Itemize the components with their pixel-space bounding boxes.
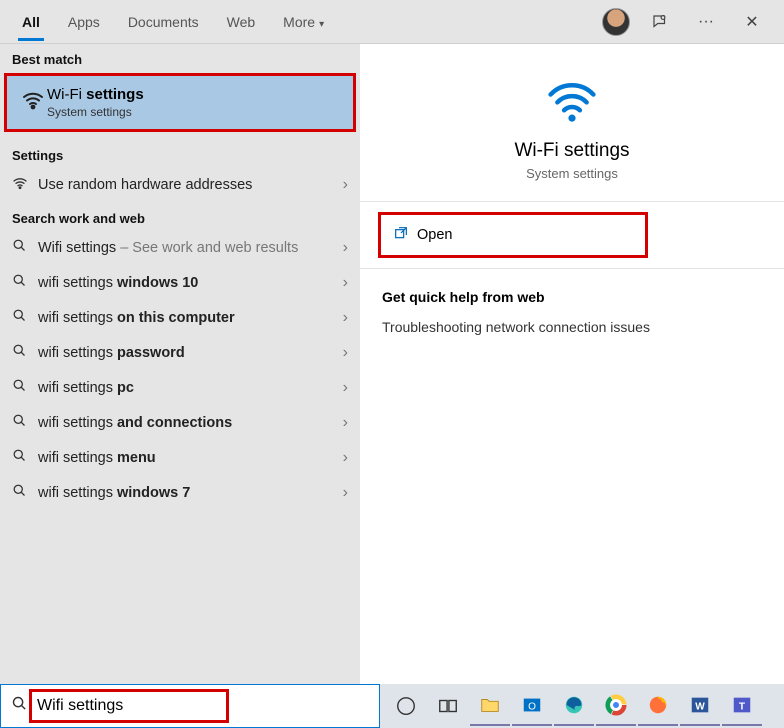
chevron-right-icon: › xyxy=(343,274,348,292)
search-tabs: All Apps Documents Web More▾ ··· ✕ xyxy=(0,0,784,44)
help-heading: Get quick help from web xyxy=(382,289,762,305)
detail-title: Wi-Fi settings xyxy=(514,140,629,162)
web-result[interactable]: wifi settings windows 10 › xyxy=(0,265,360,300)
chevron-right-icon: › xyxy=(343,379,348,397)
search-input[interactable] xyxy=(37,685,379,727)
detail-panel: Wi-Fi settings System settings Open Get … xyxy=(360,44,784,684)
chevron-down-icon: ▾ xyxy=(319,19,324,30)
web-result[interactable]: wifi settings and connections › xyxy=(0,405,360,440)
settings-item-label: Use random hardware addresses xyxy=(38,177,343,193)
search-icon xyxy=(12,378,38,397)
svg-text:T: T xyxy=(739,702,746,713)
detail-subtitle: System settings xyxy=(526,166,618,181)
web-result-label: wifi settings windows 10 xyxy=(38,275,343,291)
wifi-icon xyxy=(12,175,38,195)
tab-more[interactable]: More▾ xyxy=(269,4,338,40)
taskbar: O W T xyxy=(380,684,784,728)
chrome-icon[interactable] xyxy=(596,686,636,726)
section-settings: Settings xyxy=(0,140,360,167)
chevron-right-icon: › xyxy=(343,176,348,194)
search-bar[interactable] xyxy=(0,684,380,728)
tab-web[interactable]: Web xyxy=(213,4,270,40)
file-explorer-icon[interactable] xyxy=(470,686,510,726)
user-avatar[interactable] xyxy=(602,8,630,36)
open-icon xyxy=(393,225,417,245)
best-match-title: Wi-Fi settings xyxy=(47,86,144,103)
teams-icon[interactable]: T xyxy=(722,686,762,726)
search-icon xyxy=(12,343,38,362)
wifi-large-icon xyxy=(545,72,599,126)
web-result-label: wifi settings password xyxy=(38,345,343,361)
task-view-icon[interactable] xyxy=(428,686,468,726)
search-icon xyxy=(12,448,38,467)
tab-apps[interactable]: Apps xyxy=(54,4,114,40)
open-label: Open xyxy=(417,227,452,243)
web-result-label: wifi settings windows 7 xyxy=(38,485,343,501)
open-button[interactable]: Open xyxy=(378,212,648,258)
search-icon xyxy=(12,483,38,502)
chevron-right-icon: › xyxy=(343,414,348,432)
wifi-icon xyxy=(19,88,47,118)
firefox-icon[interactable] xyxy=(638,686,678,726)
best-match-highlight: Wi-Fi settings System settings xyxy=(4,73,356,132)
search-icon xyxy=(12,273,38,292)
cortana-icon[interactable] xyxy=(386,686,426,726)
chevron-right-icon: › xyxy=(343,449,348,467)
results-panel: Best match Wi-Fi settings System setting… xyxy=(0,44,360,684)
web-result-label: Wifi settings – See work and web results xyxy=(38,240,343,256)
close-icon[interactable]: ✕ xyxy=(736,6,768,38)
chevron-right-icon: › xyxy=(343,309,348,327)
search-icon xyxy=(12,308,38,327)
web-result-label: wifi settings on this computer xyxy=(38,310,343,326)
settings-item[interactable]: Use random hardware addresses › xyxy=(0,167,360,203)
web-result[interactable]: Wifi settings – See work and web results… xyxy=(0,230,360,265)
word-icon[interactable]: W xyxy=(680,686,720,726)
chevron-right-icon: › xyxy=(343,239,348,257)
web-result[interactable]: wifi settings pc › xyxy=(0,370,360,405)
tab-documents[interactable]: Documents xyxy=(114,4,213,40)
svg-text:W: W xyxy=(695,702,705,713)
best-match-subtitle: System settings xyxy=(47,105,144,119)
search-icon xyxy=(1,695,37,717)
more-options-icon[interactable]: ··· xyxy=(690,6,722,38)
web-result[interactable]: wifi settings menu › xyxy=(0,440,360,475)
web-result[interactable]: wifi settings password › xyxy=(0,335,360,370)
web-result-label: wifi settings and connections xyxy=(38,415,343,431)
svg-text:O: O xyxy=(528,702,536,713)
outlook-icon[interactable]: O xyxy=(512,686,552,726)
search-icon xyxy=(12,238,38,257)
tab-all[interactable]: All xyxy=(8,4,54,40)
chevron-right-icon: › xyxy=(343,344,348,362)
web-result[interactable]: wifi settings on this computer › xyxy=(0,300,360,335)
web-result[interactable]: wifi settings windows 7 › xyxy=(0,475,360,510)
web-result-label: wifi settings menu xyxy=(38,450,343,466)
edge-icon[interactable] xyxy=(554,686,594,726)
feedback-icon[interactable] xyxy=(644,6,676,38)
chevron-right-icon: › xyxy=(343,484,348,502)
search-icon xyxy=(12,413,38,432)
section-best-match: Best match xyxy=(0,44,360,71)
help-link[interactable]: Troubleshooting network connection issue… xyxy=(382,319,762,335)
web-result-label: wifi settings pc xyxy=(38,380,343,396)
section-web: Search work and web xyxy=(0,203,360,230)
best-match-item[interactable]: Wi-Fi settings System settings xyxy=(7,76,353,129)
